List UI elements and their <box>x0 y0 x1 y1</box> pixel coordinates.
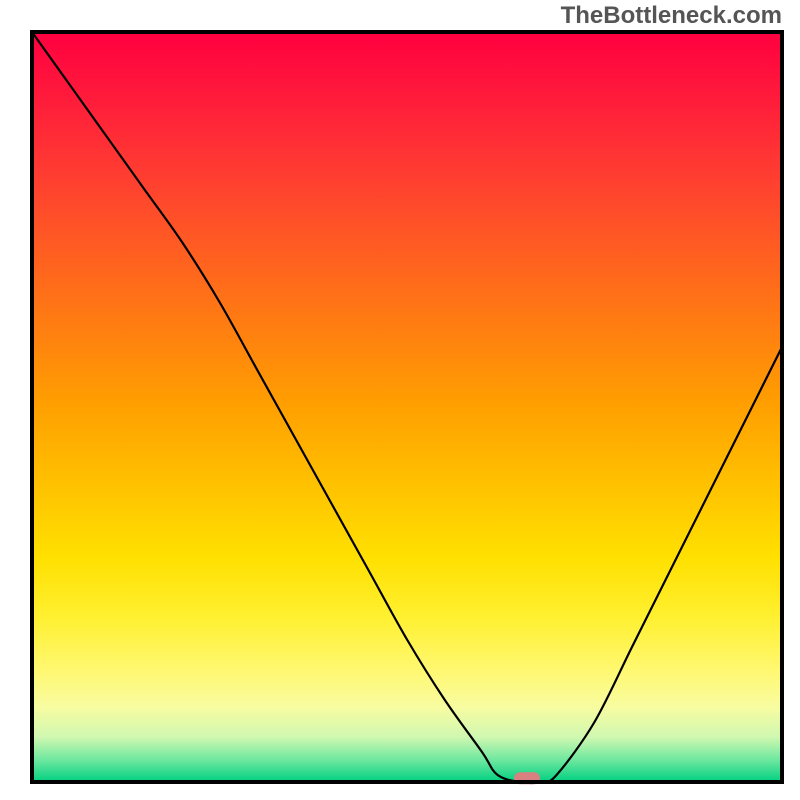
bottleneck-chart <box>0 0 800 800</box>
watermark-text: TheBottleneck.com <box>561 2 782 30</box>
chart-background-gradient <box>32 32 782 782</box>
